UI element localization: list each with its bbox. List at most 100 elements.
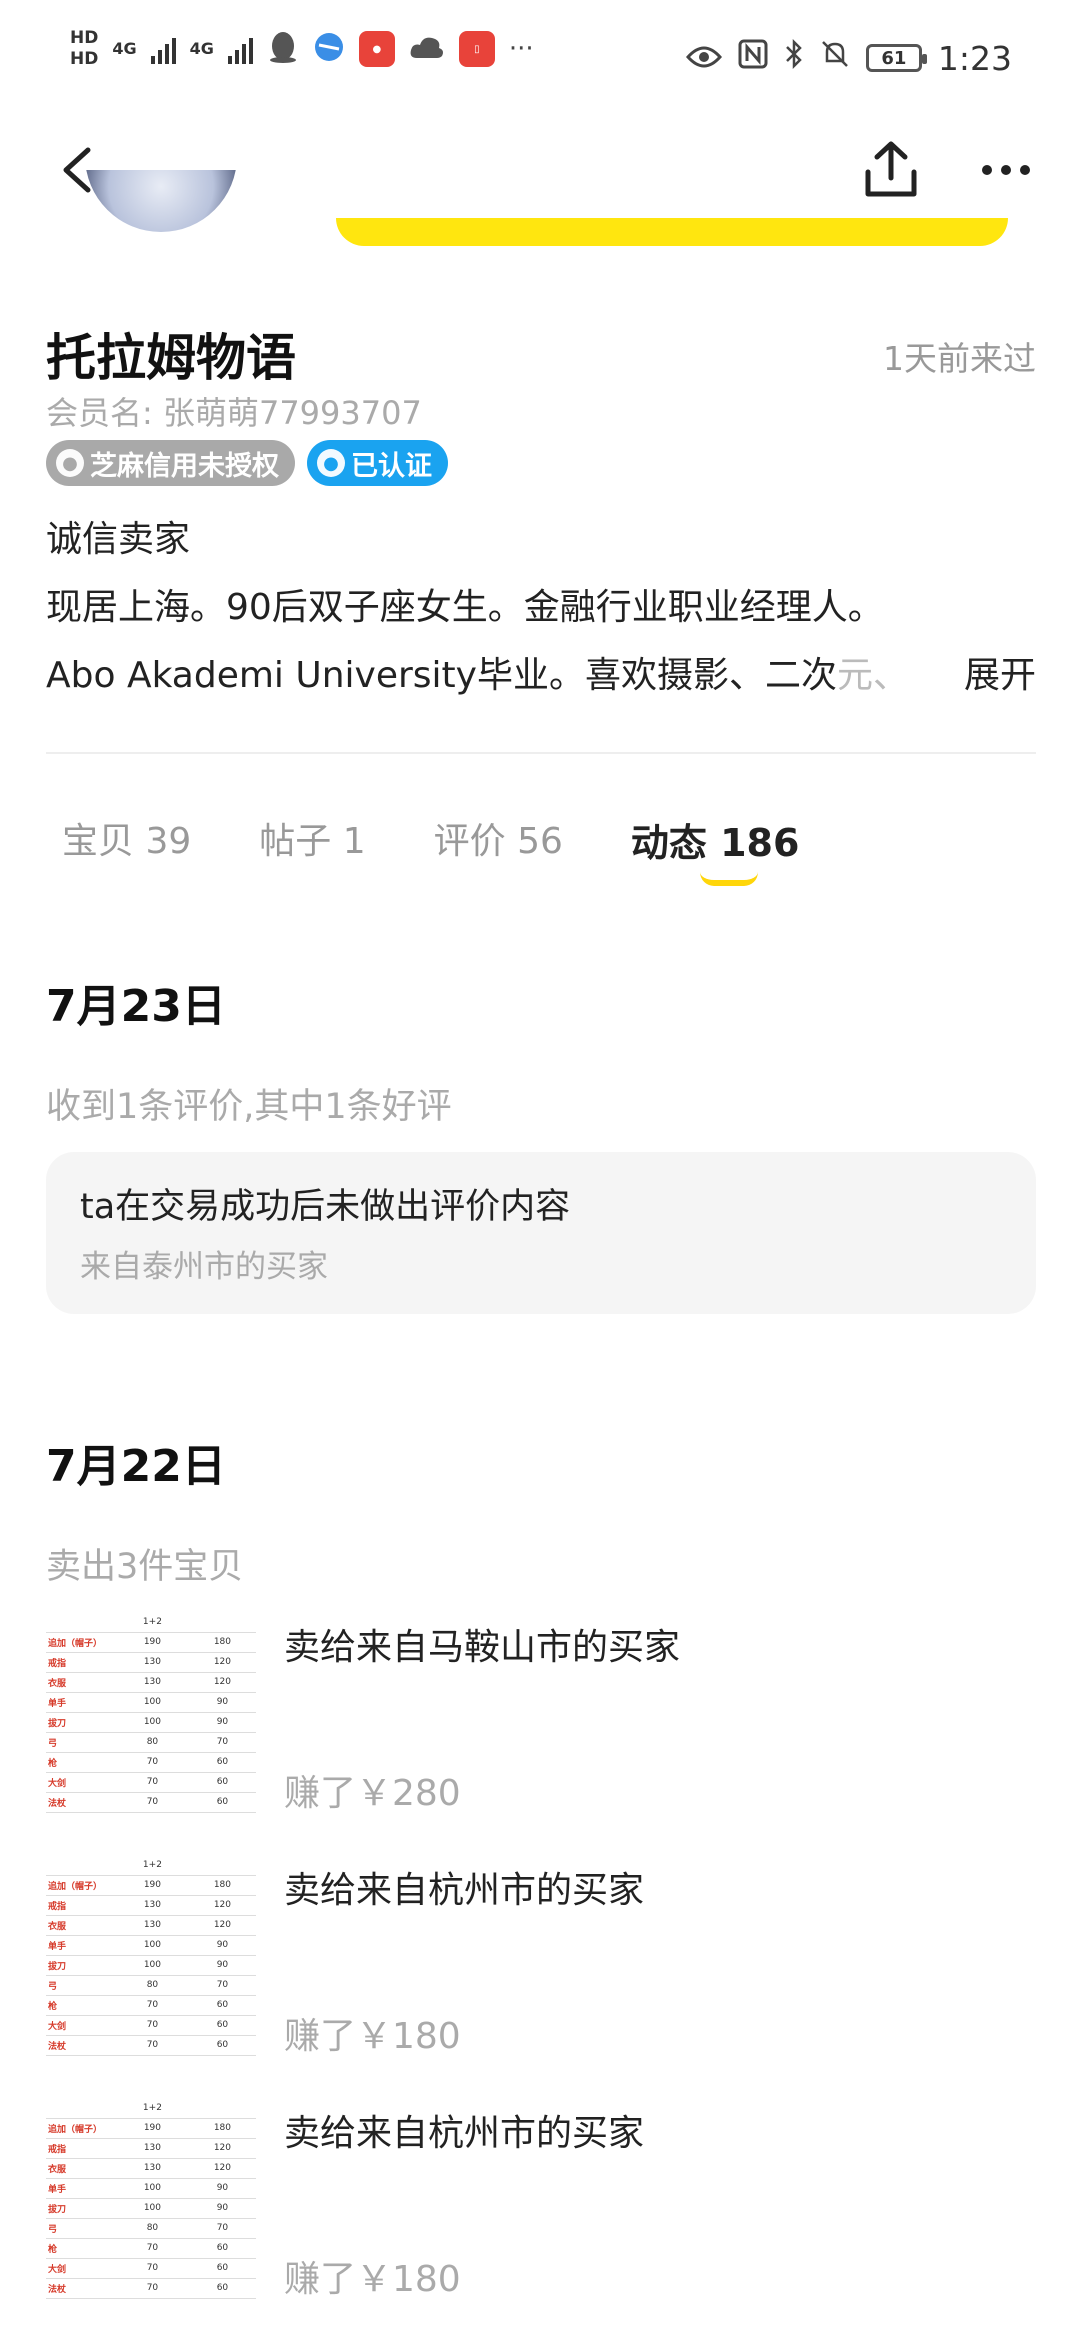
shop-name: 托拉姆物语 — [46, 329, 296, 387]
sale-earnings: 赚了￥180 — [284, 2259, 461, 2300]
table-row: 追加（帽子） 190 180 — [46, 1632, 256, 1653]
review-card[interactable]: ta在交易成功后未做出评价内容 来自泰州市的买家 — [46, 1152, 1036, 1314]
table-cell — [46, 1612, 116, 1633]
table-cell: 100 — [116, 1692, 189, 1713]
table-cell: 1+2 — [116, 1612, 189, 1633]
table-cell: 60 — [188, 2278, 256, 2299]
table-row: 戒指 130 120 — [46, 1652, 256, 1673]
tab-activity[interactable]: 动态 186 — [631, 812, 800, 867]
table-cell: 60 — [188, 1995, 256, 2016]
credit-badge[interactable]: ● 芝麻信用未授权 — [46, 440, 295, 486]
share-icon — [865, 141, 917, 197]
table-cell: 衣服 — [46, 2158, 116, 2179]
table-cell: 180 — [188, 1632, 256, 1653]
table-cell: 单手 — [46, 2178, 116, 2199]
user-check-icon: ● — [317, 449, 345, 477]
bio-line-3: Abo Akademi University毕业。喜欢摄影、二次元、 — [46, 646, 1038, 698]
table-cell: 60 — [188, 2258, 256, 2279]
table-cell: 100 — [116, 2178, 189, 2199]
table-cell: 90 — [188, 1935, 256, 1956]
hd1-label: HD — [70, 28, 99, 48]
table-cell: 枪 — [46, 1752, 116, 1773]
table-cell: 60 — [188, 2015, 256, 2036]
item-thumbnail[interactable]: 1+2 追加（帽子） 190 180 戒指 130 120 衣服 130 120 单手 100 90 拔刀… — [46, 1855, 256, 2070]
item-thumbnail[interactable]: 1+2 追加（帽子） 190 180 戒指 130 120 衣服 130 120 单手 100 90 拔刀… — [46, 1612, 256, 1827]
table-cell: 大剑 — [46, 1772, 116, 1793]
table-cell: 戒指 — [46, 1895, 116, 1916]
table-row: 追加（帽子） 190 180 — [46, 1875, 256, 1896]
status-right: 61 1:23 — [685, 38, 1012, 78]
list-item[interactable]: 1+2 追加（帽子） 190 180 戒指 130 120 衣服 130 120 单手 100 90 拔刀… — [46, 1612, 1036, 1832]
drop-icon: ● — [56, 449, 84, 477]
table-cell: 120 — [188, 2138, 256, 2159]
table-cell — [188, 2098, 256, 2119]
sale-earnings: 赚了￥280 — [284, 1773, 461, 1814]
table-cell: 70 — [116, 1772, 189, 1793]
price-table: 1+2 追加（帽子） 190 180 戒指 130 120 衣服 130 120 单手 100 90 拔刀… — [46, 2098, 256, 2299]
tab-items[interactable]: 宝贝 39 — [62, 812, 191, 867]
table-row: 拔刀 100 90 — [46, 1712, 256, 1733]
table-cell: 80 — [116, 1975, 189, 1996]
table-cell: 法杖 — [46, 2035, 116, 2056]
table-row: 单手 100 90 — [46, 1692, 256, 1713]
table-row: 衣服 130 120 — [46, 2158, 256, 2179]
yellow-banner[interactable] — [336, 218, 1008, 246]
table-row: 弓 80 70 — [46, 2218, 256, 2239]
table-cell: 100 — [116, 1935, 189, 1956]
table-row: 枪 70 60 — [46, 1995, 256, 2016]
list-item[interactable]: 1+2 追加（帽子） 190 180 戒指 130 120 衣服 130 120 单手 100 90 拔刀… — [46, 2098, 1036, 2318]
sale-title: 卖给来自马鞍山市的买家 — [284, 1627, 681, 1668]
table-row: 拔刀 100 90 — [46, 2198, 256, 2219]
table-row: 枪 70 60 — [46, 1752, 256, 1773]
table-cell: 60 — [188, 2238, 256, 2259]
table-row: 戒指 130 120 — [46, 2138, 256, 2159]
table-cell: 120 — [188, 1672, 256, 1693]
bio-line-3-fade: 元、 — [836, 655, 909, 696]
cloud-icon — [409, 34, 445, 64]
review-from: 来自泰州市的买家 — [80, 1249, 328, 1285]
tab-posts[interactable]: 帖子 1 — [259, 812, 365, 867]
table-cell: 70 — [188, 2218, 256, 2239]
status-left: HD HD 4G 4G ● ▯ ··· — [70, 28, 534, 70]
feed-summary: 收到1条评价,其中1条好评 — [46, 1087, 452, 1127]
verified-badge[interactable]: ● 已认证 — [307, 440, 448, 486]
status-time: 1:23 — [937, 38, 1012, 78]
table-cell: 130 — [116, 1915, 189, 1936]
table-cell: 衣服 — [46, 1672, 116, 1693]
share-button[interactable] — [858, 136, 924, 202]
more-dots-icon: ··· — [508, 34, 534, 64]
table-cell: 120 — [188, 1652, 256, 1673]
network-2-label: 4G — [189, 39, 214, 58]
table-cell: 弓 — [46, 2218, 116, 2239]
table-row: 弓 80 70 — [46, 1732, 256, 1753]
sale-title: 卖给来自杭州市的买家 — [284, 2113, 645, 2154]
bio-line-1: 诚信卖家 — [46, 519, 191, 560]
table-cell: 90 — [188, 2198, 256, 2219]
table-cell — [46, 1855, 116, 1876]
item-thumbnail[interactable]: 1+2 追加（帽子） 190 180 戒指 130 120 衣服 130 120 单手 100 90 拔刀… — [46, 2098, 256, 2313]
table-cell: 60 — [188, 1752, 256, 1773]
back-button[interactable] — [50, 138, 110, 202]
expand-button[interactable]: 展开 — [943, 646, 1036, 698]
table-cell: 190 — [116, 1632, 189, 1653]
feed-date: 7月23日 — [46, 981, 226, 1032]
table-cell: 130 — [116, 1672, 189, 1693]
browser-icon — [313, 31, 345, 67]
member-id: 会员名: 张萌萌77993707 — [46, 394, 422, 432]
more-button[interactable] — [974, 138, 1038, 202]
table-row: 大剑 70 60 — [46, 2015, 256, 2036]
table-cell: 100 — [116, 1712, 189, 1733]
tab-reviews[interactable]: 评价 56 — [434, 812, 563, 867]
hd2-label: HD — [70, 49, 99, 69]
table-row: 法杖 70 60 — [46, 2278, 256, 2299]
table-cell: 90 — [188, 1692, 256, 1713]
table-cell: 190 — [116, 1875, 189, 1896]
table-cell: 70 — [116, 1752, 189, 1773]
table-row: 法杖 70 60 — [46, 1792, 256, 1813]
more-dot — [1020, 165, 1030, 175]
last-seen: 1天前来过 — [883, 339, 1036, 378]
table-cell: 130 — [116, 2158, 189, 2179]
list-item[interactable]: 1+2 追加（帽子） 190 180 戒指 130 120 衣服 130 120 单手 100 90 拔刀… — [46, 1855, 1036, 2075]
table-cell: 拔刀 — [46, 1712, 116, 1733]
feed-date: 7月22日 — [46, 1441, 226, 1492]
